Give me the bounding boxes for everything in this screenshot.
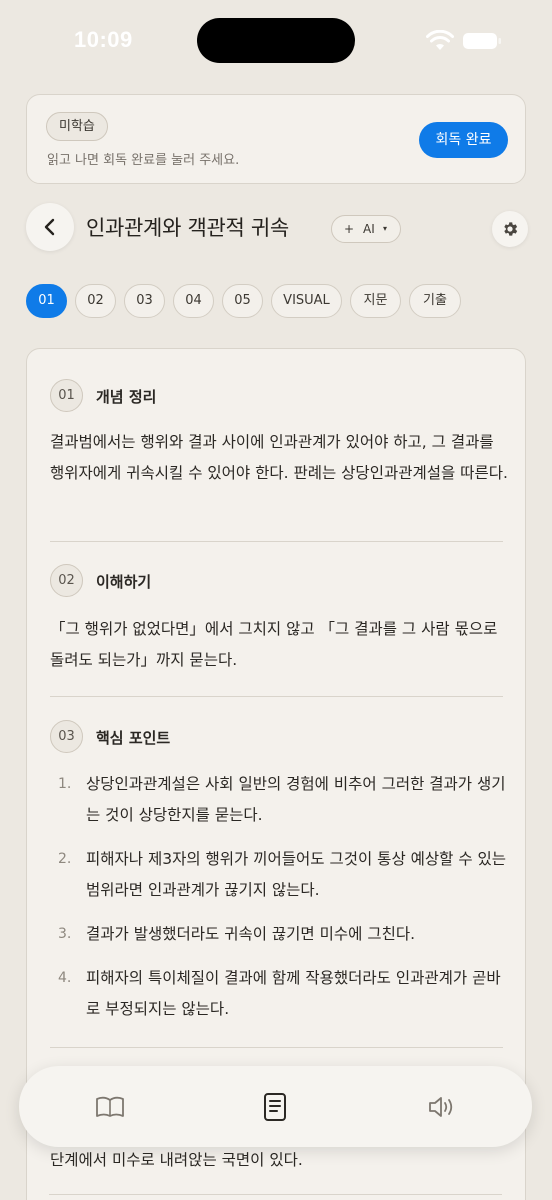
section-number: 03 — [50, 720, 83, 753]
tab-visual[interactable]: VISUAL — [271, 284, 342, 318]
section-body: 「그 행위가 없었다면」에서 그치지 않고 「그 결과를 그 사람 몫으로 돌려… — [50, 620, 498, 669]
tab-01[interactable]: 01 — [26, 284, 67, 318]
tab-03[interactable]: 03 — [124, 284, 165, 318]
list-item: 3. 결과가 발생했더라도 귀속이 끊기면 미수에 그친다. — [58, 919, 508, 950]
list-item-index: 2. — [58, 851, 72, 867]
ai-label: AI — [363, 222, 375, 236]
divider — [49, 1194, 502, 1195]
section-body: 결과범에서는 행위와 결과 사이에 인과관계가 있어야 하고, 그 결과를 행위… — [50, 433, 508, 482]
list-item-text: 피해자의 특이체질이 결과에 함께 작용했더라도 인과관계가 곧바로 부정되지는… — [86, 969, 501, 1018]
list-item-index: 4. — [58, 970, 72, 986]
list-item: 4. 피해자의 특이체질이 결과에 함께 작용했더라도 인과관계가 곧바로 부정… — [58, 963, 508, 1025]
status-bar: 10:09 — [0, 0, 552, 84]
page-title: 인과관계와 객관적 귀속 — [86, 216, 289, 240]
section-number: 01 — [50, 379, 83, 412]
chevron-left-icon — [44, 218, 55, 236]
divider — [50, 541, 503, 542]
divider — [50, 1047, 503, 1048]
divider — [50, 696, 503, 697]
tab-05[interactable]: 05 — [222, 284, 263, 318]
list-item: 2. 피해자나 제3자의 행위가 끼어들어도 그것이 통상 예상할 수 있는 범… — [58, 844, 508, 906]
section-title: 개념 정리 — [96, 388, 157, 406]
list-item-index: 3. — [58, 926, 72, 942]
list-item: 1. 상당인과관계설은 사회 일반의 경험에 비추어 그러한 결과가 생기는 것… — [58, 769, 508, 831]
wifi-icon — [426, 30, 454, 50]
speaker-icon[interactable] — [425, 1092, 457, 1122]
list-item-text: 피해자나 제3자의 행위가 끼어들어도 그것이 통상 예상할 수 있는 범위라면… — [86, 850, 507, 899]
ai-menu-button[interactable]: + AI ▾ — [331, 215, 401, 243]
tab-passage[interactable]: 지문 — [350, 284, 401, 318]
study-status-card: 미학습 읽고 나면 회독 완료를 눌러 주세요. 회독 완료 — [26, 94, 526, 184]
study-status-hint: 읽고 나면 회독 완료를 눌러 주세요. — [47, 153, 240, 168]
list-item-index: 1. — [58, 776, 72, 792]
chevron-down-icon: ▾ — [383, 224, 388, 233]
study-status-badge: 미학습 — [46, 112, 108, 141]
status-time: 10:09 — [74, 27, 133, 52]
section-title: 핵심 포인트 — [96, 729, 171, 747]
section-title: 이해하기 — [96, 573, 152, 591]
section-number: 02 — [50, 564, 83, 597]
tab-04[interactable]: 04 — [173, 284, 214, 318]
list-item-text: 결과가 발생했더라도 귀속이 끊기면 미수에 그친다. — [86, 925, 416, 943]
gear-icon — [504, 222, 518, 236]
tab-past-exams[interactable]: 기출 — [409, 284, 461, 318]
dynamic-island — [197, 18, 355, 63]
book-icon[interactable] — [94, 1092, 126, 1122]
sparkle-icon: + — [344, 222, 355, 236]
section-body-continued: 단계에서 미수로 내려앉는 국면이 있다. — [50, 1151, 303, 1169]
tab-02[interactable]: 02 — [75, 284, 116, 318]
settings-button[interactable] — [492, 211, 528, 247]
back-button[interactable] — [26, 203, 74, 251]
battery-icon — [463, 33, 501, 49]
bottom-tab-bar — [19, 1066, 532, 1147]
complete-reading-button[interactable]: 회독 완료 — [419, 122, 508, 158]
list-item-text: 상당인과관계설은 사회 일반의 경험에 비추어 그러한 결과가 생기는 것이 상… — [86, 775, 506, 824]
document-icon[interactable] — [259, 1092, 291, 1122]
